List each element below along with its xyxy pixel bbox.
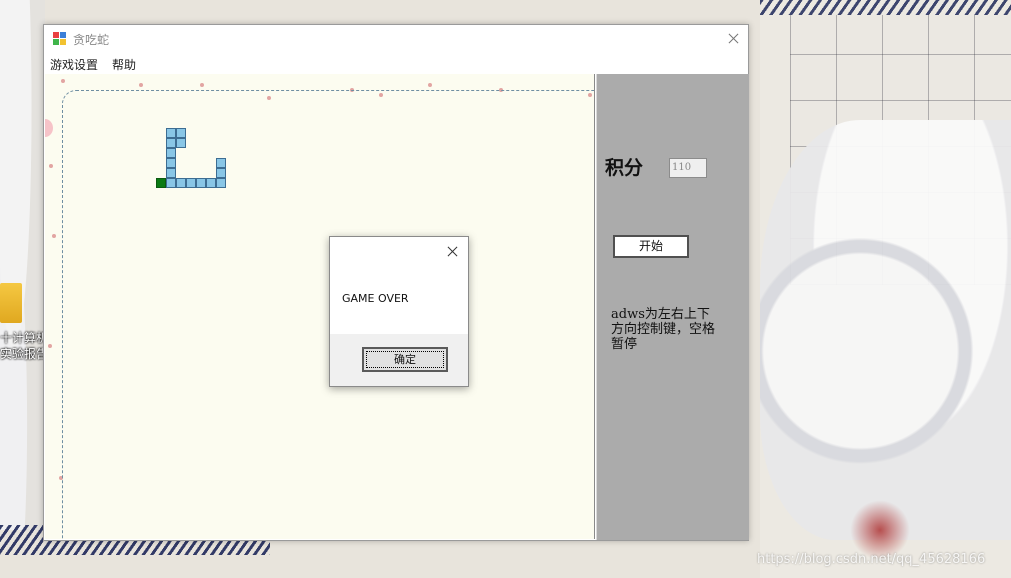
close-icon[interactable] bbox=[441, 240, 465, 262]
close-icon[interactable] bbox=[718, 25, 748, 53]
desktop-shortcut-label-2: 实验报告 bbox=[0, 347, 49, 361]
snake-segment bbox=[166, 138, 176, 148]
menu-bar: 游戏设置 帮助 bbox=[44, 53, 748, 73]
dialog-message: GAME OVER bbox=[342, 292, 409, 305]
board-dot bbox=[428, 83, 432, 87]
wallpaper-paint bbox=[850, 500, 910, 560]
window-title: 贪吃蛇 bbox=[73, 33, 110, 47]
board-dot bbox=[200, 83, 204, 87]
snake-segment bbox=[166, 148, 176, 158]
snake-segment bbox=[166, 128, 176, 138]
snake-segment bbox=[216, 168, 226, 178]
board-decoration bbox=[45, 119, 53, 137]
menu-help[interactable]: 帮助 bbox=[112, 56, 136, 73]
game-over-dialog: GAME OVER 确定 bbox=[329, 236, 469, 387]
board-dot bbox=[49, 164, 53, 168]
folder-icon bbox=[0, 283, 22, 323]
snake-segment bbox=[206, 178, 216, 188]
snake-segment bbox=[166, 158, 176, 168]
snake-segment bbox=[176, 128, 186, 138]
board-dot bbox=[139, 83, 143, 87]
app-icon bbox=[53, 32, 67, 46]
desktop-shortcut[interactable]: 十计算机 实验报告 bbox=[0, 283, 48, 363]
board-dot bbox=[52, 234, 56, 238]
desktop-shortcut-label-1: 十计算机 bbox=[0, 331, 49, 345]
controls-help-text: adws为左右上下方向控制键，空格暂停 bbox=[611, 307, 716, 352]
menu-game-settings[interactable]: 游戏设置 bbox=[50, 56, 98, 73]
snake-segment bbox=[176, 178, 186, 188]
board-dot bbox=[61, 79, 65, 83]
snake-head bbox=[156, 178, 166, 188]
snake-segment bbox=[216, 158, 226, 168]
game-board[interactable] bbox=[45, 74, 595, 539]
snake-segment bbox=[186, 178, 196, 188]
title-bar[interactable]: 贪吃蛇 bbox=[44, 25, 748, 53]
score-field: 110 bbox=[669, 158, 707, 178]
ok-button[interactable]: 确定 bbox=[362, 347, 448, 372]
dialog-footer: 确定 bbox=[330, 334, 468, 386]
wallpaper-shoe-left bbox=[0, 0, 45, 530]
wallpaper-shoe-right bbox=[760, 120, 1011, 540]
snake-segment bbox=[196, 178, 206, 188]
watermark: https://blog.csdn.net/qq_45628166 bbox=[757, 552, 986, 567]
score-label: 积分 bbox=[605, 157, 644, 179]
board-dot bbox=[48, 344, 52, 348]
snake-segment bbox=[216, 178, 226, 188]
start-button[interactable]: 开始 bbox=[613, 235, 689, 258]
snake-segment bbox=[166, 168, 176, 178]
snake-segment bbox=[176, 138, 186, 148]
side-panel: 积分 110 开始 adws为左右上下方向控制键，空格暂停 bbox=[596, 74, 749, 540]
snake-segment bbox=[166, 178, 176, 188]
